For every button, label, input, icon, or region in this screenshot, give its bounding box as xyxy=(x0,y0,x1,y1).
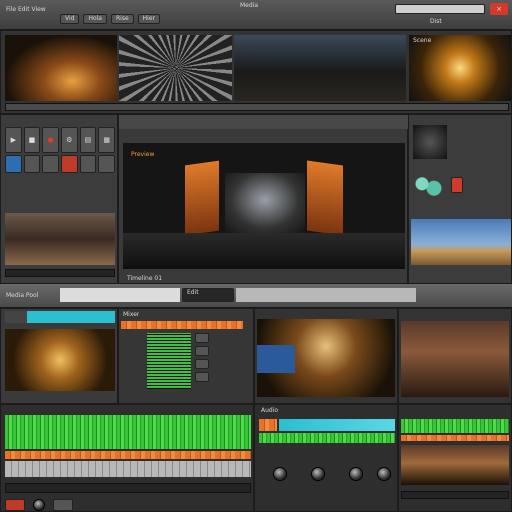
tool-button[interactable] xyxy=(79,155,97,173)
edit-mode-label: Edit xyxy=(187,289,199,296)
fader-knob[interactable] xyxy=(195,333,209,343)
tool-button-grid: ▶ ■ ● ⚙ ▤ ▦ xyxy=(5,127,115,173)
right-audio-green[interactable] xyxy=(401,419,509,433)
thumb-tunnel[interactable] xyxy=(119,35,232,101)
left-tools-panel: ▶ ■ ● ⚙ ▤ ▦ xyxy=(0,114,118,284)
close-label: × xyxy=(496,5,502,13)
workspace-title: Media xyxy=(240,2,259,9)
mixer-meter-block[interactable] xyxy=(147,333,191,389)
left-scrubber[interactable] xyxy=(5,269,115,277)
bottom-left-thumb[interactable] xyxy=(5,329,115,391)
audio-knob-1[interactable] xyxy=(273,467,287,481)
right-landscape-thumb[interactable] xyxy=(411,219,511,265)
audio-knob-4[interactable] xyxy=(377,467,391,481)
menu-label[interactable]: File Edit View xyxy=(6,6,46,14)
audio-label: Audio xyxy=(261,407,279,414)
fader-knob[interactable] xyxy=(195,359,209,369)
tab-2[interactable]: Hola xyxy=(83,14,107,24)
stop-icon[interactable]: ■ xyxy=(23,127,41,153)
right-audio-panel xyxy=(398,404,512,512)
tab-3[interactable]: Rise xyxy=(110,14,134,24)
top-search-field[interactable] xyxy=(395,4,485,14)
play-icon[interactable]: ▶ xyxy=(5,127,22,153)
audio-track-orange[interactable] xyxy=(5,451,251,459)
audio-panel: Audio xyxy=(254,404,398,512)
stage-right-panel xyxy=(307,160,343,236)
right-audio-orange[interactable] xyxy=(401,435,509,441)
transport-button[interactable] xyxy=(5,499,25,511)
tool-button[interactable] xyxy=(5,155,22,173)
tool-button[interactable] xyxy=(42,155,59,173)
timeline-panel xyxy=(0,404,254,512)
tool-button[interactable] xyxy=(23,155,41,173)
timeline-ruler[interactable] xyxy=(5,483,251,493)
top-right-label: Dist xyxy=(430,18,442,25)
audio-knob-3[interactable] xyxy=(349,467,363,481)
media-pool-label: Media Pool xyxy=(6,292,39,299)
thumb-city-lights[interactable] xyxy=(5,35,117,101)
fader-knob[interactable] xyxy=(195,346,209,356)
grid-icon[interactable]: ▦ xyxy=(98,127,115,153)
top-thumb-row: Scene xyxy=(0,30,512,114)
right-audio-scrubber[interactable] xyxy=(401,491,509,499)
strip-right-progress[interactable] xyxy=(236,288,416,302)
gear-icon[interactable]: ⚙ xyxy=(60,127,78,153)
right-icon-bubbles[interactable] xyxy=(413,175,443,197)
bottom-right-preview xyxy=(398,308,512,404)
transport-button[interactable] xyxy=(53,499,73,511)
bottom-room-preview xyxy=(254,308,398,404)
audio-clip-green[interactable] xyxy=(259,433,395,443)
timeline-transport xyxy=(5,499,251,511)
transport-jog-knob[interactable] xyxy=(33,499,45,511)
top-right-scene-label: Scene xyxy=(413,37,432,44)
thumb-corridor[interactable] xyxy=(234,35,406,101)
tab-4[interactable]: Hier xyxy=(137,14,160,24)
tool-button[interactable] xyxy=(60,155,78,173)
right-tools-panel xyxy=(408,114,512,284)
viewer-footer-label: Timeline 01 xyxy=(127,275,163,282)
audio-track-green[interactable] xyxy=(5,415,251,449)
tab-1[interactable]: Vid xyxy=(60,14,80,24)
viewer-toolbar xyxy=(119,115,409,129)
folder-icon[interactable]: ▤ xyxy=(79,127,97,153)
crowd-thumb[interactable] xyxy=(401,321,509,397)
left-preview-thumb[interactable] xyxy=(5,213,115,265)
tab-strip: Vid Hola Rise Hier xyxy=(60,14,260,24)
audio-clip-cyan[interactable] xyxy=(279,419,395,431)
room-sidebar-blue[interactable] xyxy=(257,345,295,373)
bottom-left-tab[interactable] xyxy=(5,311,115,323)
mixer-label: Mixer xyxy=(123,311,140,318)
bottom-left-preview xyxy=(0,308,118,404)
stage-center-light xyxy=(225,173,305,233)
fader-knob[interactable] xyxy=(195,372,209,382)
video-track-grey[interactable] xyxy=(5,461,251,477)
edit-mode-button[interactable]: Edit xyxy=(182,288,234,302)
right-alert-button[interactable] xyxy=(451,177,463,193)
title-bar: File Edit View Vid Hola Rise Hier Media … xyxy=(0,0,512,30)
audio-clip-orange[interactable] xyxy=(259,419,277,431)
close-icon[interactable]: × xyxy=(490,3,508,15)
viewer-frame[interactable]: Preview xyxy=(123,143,405,269)
top-row-scrollbar[interactable] xyxy=(5,103,509,111)
center-viewer-panel: Preview Timeline 01 xyxy=(118,114,409,284)
viewer-title: Preview xyxy=(131,151,155,158)
bottom-mixer-panel: Mixer xyxy=(118,308,254,404)
strip-progress[interactable] xyxy=(60,288,180,302)
stage-floor xyxy=(123,233,405,269)
mixer-header-bar xyxy=(121,321,243,329)
audio-knob-2[interactable] xyxy=(311,467,325,481)
right-audio-preview[interactable] xyxy=(401,445,509,485)
middle-strip: Media Pool Edit xyxy=(0,284,512,308)
tool-button[interactable] xyxy=(98,155,115,173)
right-thumb-small[interactable] xyxy=(413,125,447,159)
record-icon[interactable]: ● xyxy=(42,127,59,153)
mixer-fader-column xyxy=(195,333,209,389)
stage-left-panel xyxy=(185,160,219,236)
